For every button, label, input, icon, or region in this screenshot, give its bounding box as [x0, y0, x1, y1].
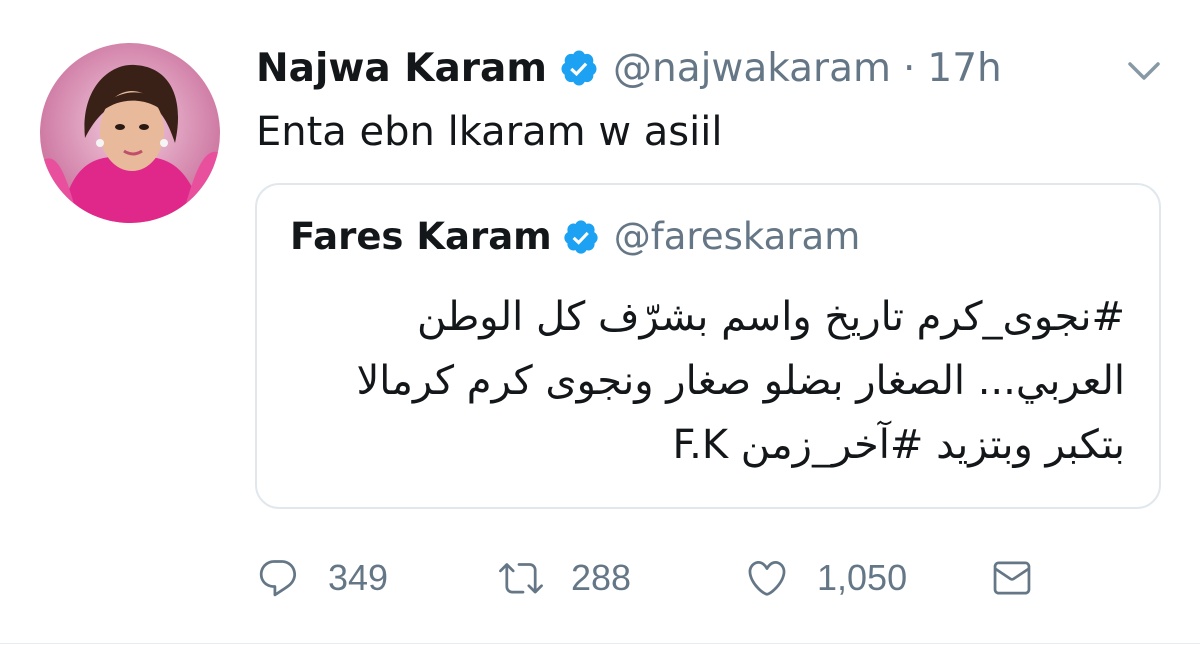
chevron-down-icon[interactable]: [1126, 56, 1162, 86]
tweet-header: Najwa Karam @najwakaram · 17h: [256, 38, 1002, 98]
verified-badge-icon: [559, 48, 599, 88]
heart-icon: [745, 556, 789, 600]
quoted-tweet-header: Fares Karam @fareskaram: [290, 215, 860, 258]
retweet-button[interactable]: 288: [499, 546, 631, 610]
separator-dot: ·: [902, 45, 916, 91]
avatar-image: [40, 43, 220, 223]
mail-icon: [990, 556, 1034, 600]
reply-button[interactable]: 349: [256, 546, 388, 610]
avatar[interactable]: [40, 43, 220, 223]
quoted-tweet[interactable]: Fares Karam @fareskaram #نجوى_كرم تاريخ …: [255, 183, 1161, 509]
like-button[interactable]: 1,050: [745, 546, 907, 610]
quoted-author-name: Fares Karam: [290, 215, 552, 258]
verified-badge-icon: [562, 218, 600, 256]
reply-icon: [256, 556, 300, 600]
tweet-text: Enta ebn lkaram w asiil: [256, 109, 723, 155]
quoted-text-line: العربي... الصغار بضلو صغار ونجوى كرم كرم…: [356, 358, 1125, 404]
quoted-text-line: بتكبر وبتزيد #آخر_زمن F.K: [672, 422, 1125, 468]
direct-message-button[interactable]: [990, 546, 1034, 610]
action-bar: 349 288 1,050: [256, 546, 1056, 610]
retweet-count: 288: [571, 557, 632, 598]
reply-count: 349: [328, 557, 389, 598]
divider: [0, 643, 1200, 644]
timestamp[interactable]: 17h: [927, 46, 1001, 91]
like-count: 1,050: [817, 557, 908, 598]
author-handle[interactable]: @najwakaram: [613, 46, 891, 91]
tweet-card[interactable]: Najwa Karam @najwakaram · 17h Enta ebn l…: [0, 0, 1200, 651]
quoted-tweet-text: #نجوى_كرم تاريخ واسم بشرّف كل الوطن العر…: [305, 285, 1125, 477]
retweet-icon: [499, 556, 543, 600]
quoted-author-handle: @fareskaram: [613, 215, 861, 258]
author-name[interactable]: Najwa Karam: [256, 46, 547, 91]
quoted-text-line: #نجوى_كرم تاريخ واسم بشرّف كل الوطن: [417, 294, 1125, 340]
